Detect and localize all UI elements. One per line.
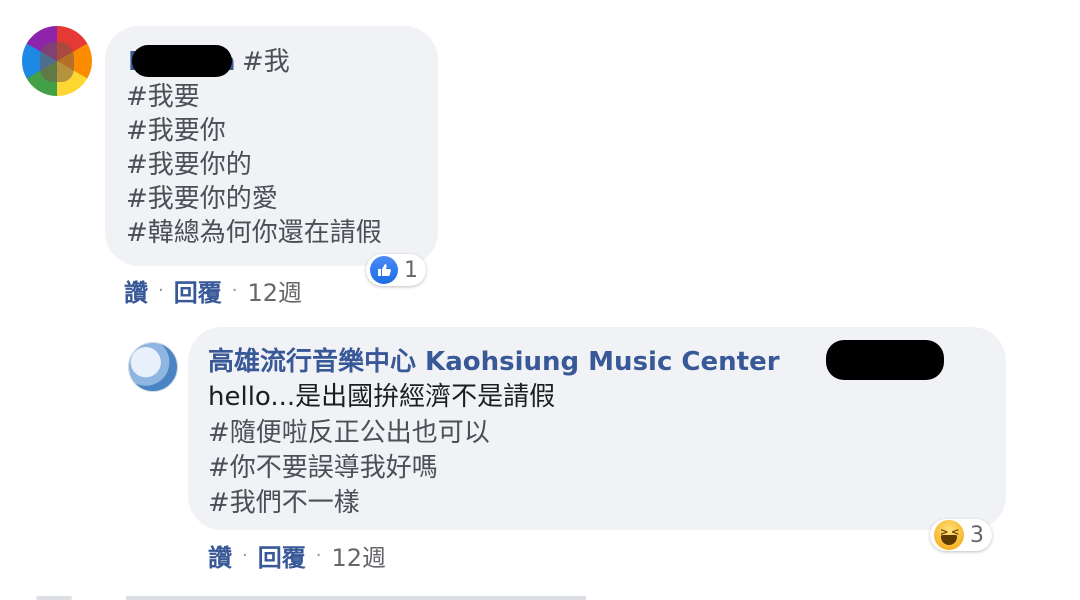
timestamp[interactable]: 12週 xyxy=(331,538,386,573)
reaction-count: 3 xyxy=(970,522,984,548)
separator-dot: · xyxy=(242,545,248,566)
separator-dot: · xyxy=(231,280,238,301)
reaction-count: 1 xyxy=(404,257,418,283)
reply-hashtag[interactable]: #你不要誤導我好嗎 xyxy=(208,451,438,485)
page-avatar[interactable] xyxy=(128,342,178,392)
reply-hashtag[interactable]: #隨便啦反正公出也可以 xyxy=(208,416,490,450)
like-icon xyxy=(370,256,398,284)
comment-line[interactable]: #我要 xyxy=(126,80,200,114)
next-comment-bubble-edge xyxy=(126,596,586,600)
comment-line[interactable]: #我要你的 xyxy=(126,148,252,182)
reply-line: hello...是出國拚經濟不是請假 xyxy=(208,382,556,412)
like-link[interactable]: 讚 xyxy=(208,538,232,573)
reply-link[interactable]: 回覆 xyxy=(174,273,222,308)
separator-dot: · xyxy=(158,280,164,301)
commenter-avatar[interactable] xyxy=(22,26,92,96)
reaction-summary[interactable]: > < 3 xyxy=(930,519,992,551)
reaction-summary[interactable]: 1 xyxy=(366,254,426,286)
reply-actions: 讚 · 回覆 · 12週 xyxy=(208,538,386,573)
next-comment-avatar-edge xyxy=(36,596,72,600)
comment-actions: 讚 · 回覆 · 12週 xyxy=(124,273,302,308)
reply-hashtag[interactable]: #我們不一樣 xyxy=(208,486,360,520)
comment-hashtag[interactable]: #我 xyxy=(242,45,290,79)
badge-redaction xyxy=(826,340,944,380)
like-link[interactable]: 讚 xyxy=(124,273,148,308)
haha-icon: > < xyxy=(934,520,964,550)
page-name[interactable]: 高雄流行音樂中心 Kaohsiung Music Center xyxy=(208,345,780,379)
comment-line[interactable]: #韓總為何你還在請假 xyxy=(126,216,382,250)
timestamp[interactable]: 12週 xyxy=(247,273,302,308)
name-redaction xyxy=(132,45,232,77)
reply-link[interactable]: 回覆 xyxy=(258,538,306,573)
comment-line[interactable]: #我要你的愛 xyxy=(126,182,278,216)
separator-dot: · xyxy=(315,545,322,566)
comment-line[interactable]: #我要你 xyxy=(126,114,226,148)
